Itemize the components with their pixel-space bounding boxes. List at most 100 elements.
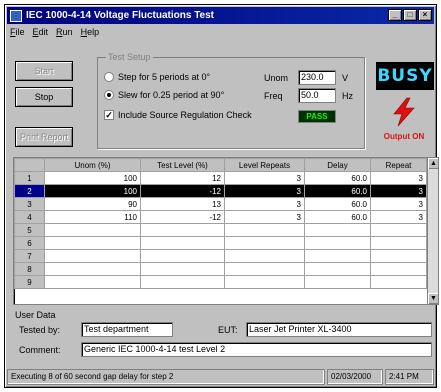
header-unom[interactable]: Unom (%) bbox=[44, 158, 141, 172]
table-cell[interactable]: 3 bbox=[224, 197, 305, 211]
lightning-bolt-icon bbox=[393, 97, 415, 127]
table-cell[interactable] bbox=[304, 236, 371, 250]
maximize-button[interactable]: □ bbox=[403, 9, 417, 21]
table-cell[interactable]: 60.0 bbox=[304, 197, 371, 211]
comment-input[interactable]: Generic IEC 1000-4-14 test Level 2 bbox=[81, 342, 432, 357]
table-cell[interactable] bbox=[224, 223, 305, 237]
table-cell[interactable] bbox=[224, 249, 305, 263]
table-cell[interactable] bbox=[44, 262, 141, 276]
row-number[interactable]: 2 bbox=[14, 184, 45, 198]
header-level-repeats[interactable]: Level Repeats bbox=[224, 158, 305, 172]
close-button[interactable]: × bbox=[418, 9, 432, 21]
tested-by-input[interactable]: Test department bbox=[81, 322, 173, 337]
table-cell[interactable] bbox=[140, 262, 225, 276]
unom-input[interactable]: 230.0 bbox=[298, 70, 336, 85]
comment-label: Comment: bbox=[19, 345, 61, 355]
table-row[interactable]: 6 bbox=[14, 236, 427, 250]
step-option[interactable]: Step for 5 periods at 0° bbox=[104, 72, 210, 82]
table-cell[interactable]: 3 bbox=[370, 210, 427, 224]
title-bar[interactable]: IEC 1000-4-14 Voltage Fluctuations Test … bbox=[7, 7, 434, 24]
table-row[interactable]: 9 bbox=[14, 275, 427, 289]
table-cell[interactable] bbox=[370, 262, 427, 276]
table-row[interactable]: 7 bbox=[14, 249, 427, 263]
row-number[interactable]: 3 bbox=[14, 197, 45, 211]
table-row[interactable]: 5 bbox=[14, 223, 427, 237]
row-number[interactable]: 7 bbox=[14, 249, 45, 263]
table-cell[interactable] bbox=[140, 236, 225, 250]
table-row[interactable]: 2 100 -12 3 60.0 3 bbox=[14, 184, 427, 198]
minimize-button[interactable]: _ bbox=[388, 9, 402, 21]
table-cell[interactable] bbox=[44, 236, 141, 250]
scroll-down-icon[interactable]: ▼ bbox=[428, 293, 438, 304]
table-cell[interactable] bbox=[370, 236, 427, 250]
menu-edit[interactable]: Edit bbox=[33, 27, 49, 37]
table-cell[interactable]: 3 bbox=[370, 171, 427, 185]
table-cell[interactable]: 3 bbox=[224, 171, 305, 185]
header-delay[interactable]: Delay bbox=[304, 158, 371, 172]
row-number[interactable]: 6 bbox=[14, 236, 45, 250]
table-cell[interactable] bbox=[304, 262, 371, 276]
print-report-button[interactable]: Print Report bbox=[15, 127, 73, 147]
table-cell[interactable] bbox=[224, 262, 305, 276]
table-cell[interactable] bbox=[370, 275, 427, 289]
table-cell[interactable]: 100 bbox=[44, 171, 141, 185]
eut-input[interactable]: Laser Jet Printer XL-3400 bbox=[246, 322, 432, 337]
table-cell[interactable]: 60.0 bbox=[304, 210, 371, 224]
table-cell[interactable]: 3 bbox=[370, 184, 427, 198]
table-row[interactable]: 3 90 13 3 60.0 3 bbox=[14, 197, 427, 211]
row-number[interactable]: 9 bbox=[14, 275, 45, 289]
table-cell[interactable]: 12 bbox=[140, 171, 225, 185]
table-cell[interactable]: -12 bbox=[140, 210, 225, 224]
table-cell[interactable] bbox=[140, 249, 225, 263]
table-cell[interactable] bbox=[370, 223, 427, 237]
table-cell[interactable]: -12 bbox=[140, 184, 225, 198]
table-cell[interactable]: 110 bbox=[44, 210, 141, 224]
stop-button[interactable]: Stop bbox=[15, 87, 73, 107]
table-row[interactable]: 8 bbox=[14, 262, 427, 276]
menu-bar: File Edit Run Help bbox=[7, 25, 434, 39]
freq-label: Freq bbox=[264, 91, 283, 101]
table-cell[interactable] bbox=[44, 223, 141, 237]
start-button[interactable]: Start bbox=[15, 61, 73, 81]
table-cell[interactable] bbox=[304, 249, 371, 263]
menu-help[interactable]: Help bbox=[81, 27, 100, 37]
freq-input[interactable]: 50.0 bbox=[298, 88, 336, 103]
table-cell[interactable]: 3 bbox=[370, 197, 427, 211]
header-test-level[interactable]: Test Level (%) bbox=[140, 158, 225, 172]
row-number[interactable]: 8 bbox=[14, 262, 45, 276]
menu-file[interactable]: File bbox=[10, 27, 25, 37]
window-title: IEC 1000-4-14 Voltage Fluctuations Test bbox=[26, 10, 215, 21]
table-cell[interactable] bbox=[370, 249, 427, 263]
table-cell[interactable] bbox=[304, 223, 371, 237]
table-cell[interactable]: 100 bbox=[44, 184, 141, 198]
header-repeat[interactable]: Repeat bbox=[370, 158, 427, 172]
row-number[interactable]: 1 bbox=[14, 171, 45, 185]
table-cell[interactable] bbox=[140, 275, 225, 289]
row-number[interactable]: 5 bbox=[14, 223, 45, 237]
status-time: 2:41 PM bbox=[385, 369, 434, 385]
table-cell[interactable]: 3 bbox=[224, 184, 305, 198]
source-regulation-check[interactable]: ✓ Include Source Regulation Check bbox=[104, 110, 252, 120]
table-cell[interactable] bbox=[140, 223, 225, 237]
table-cell[interactable] bbox=[44, 275, 141, 289]
table-cell[interactable]: 60.0 bbox=[304, 184, 371, 198]
slew-option-radio[interactable] bbox=[104, 90, 114, 100]
table-cell[interactable] bbox=[224, 275, 305, 289]
table-cell[interactable]: 90 bbox=[44, 197, 141, 211]
table-row[interactable]: 4 110 -12 3 60.0 3 bbox=[14, 210, 427, 224]
menu-run[interactable]: Run bbox=[56, 27, 73, 37]
row-number[interactable]: 4 bbox=[14, 210, 45, 224]
scroll-up-icon[interactable]: ▲ bbox=[428, 158, 438, 169]
slew-option[interactable]: Slew for 0.25 period at 90° bbox=[104, 90, 224, 100]
table-cell[interactable] bbox=[44, 249, 141, 263]
table-cell[interactable]: 60.0 bbox=[304, 171, 371, 185]
table-cell[interactable] bbox=[304, 275, 371, 289]
table-row[interactable]: 1 100 12 3 60.0 3 bbox=[14, 171, 427, 185]
table-cell[interactable] bbox=[224, 236, 305, 250]
grid-scrollbar[interactable]: ▲ ▼ bbox=[427, 158, 438, 304]
table-cell[interactable]: 3 bbox=[224, 210, 305, 224]
source-regulation-checkbox[interactable]: ✓ bbox=[104, 110, 114, 120]
main-window: IEC 1000-4-14 Voltage Fluctuations Test … bbox=[4, 4, 439, 388]
table-cell[interactable]: 13 bbox=[140, 197, 225, 211]
step-option-radio[interactable] bbox=[104, 72, 114, 82]
